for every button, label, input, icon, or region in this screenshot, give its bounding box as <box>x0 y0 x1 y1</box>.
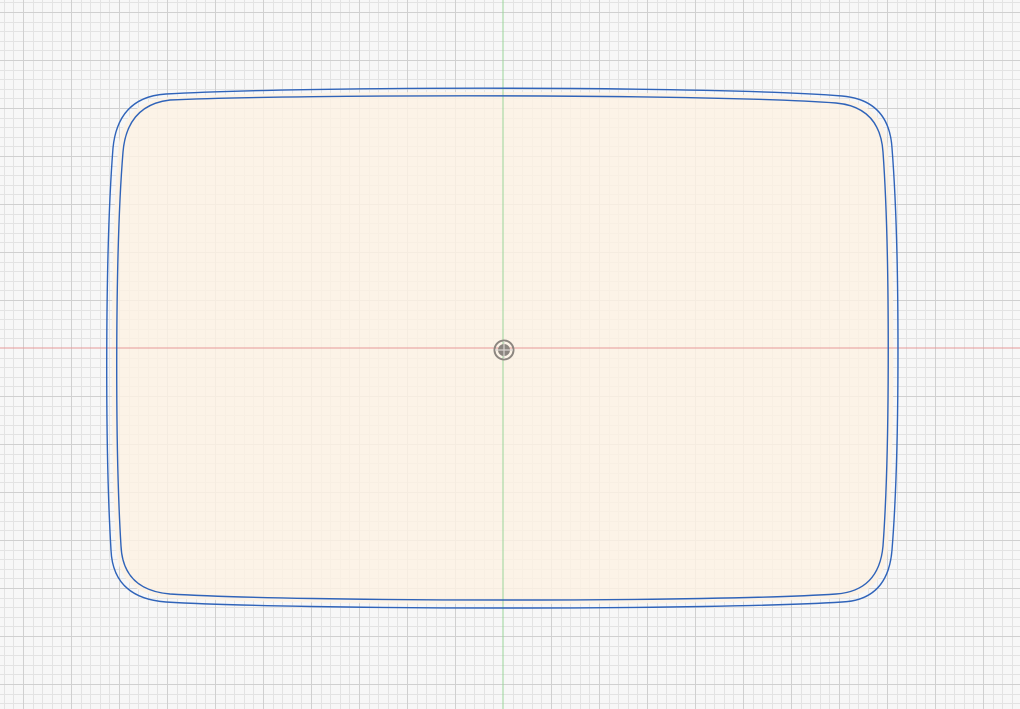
sketch-canvas[interactable] <box>0 0 1020 709</box>
canvas-svg[interactable] <box>0 0 1020 709</box>
origin-point-icon[interactable] <box>493 339 515 361</box>
